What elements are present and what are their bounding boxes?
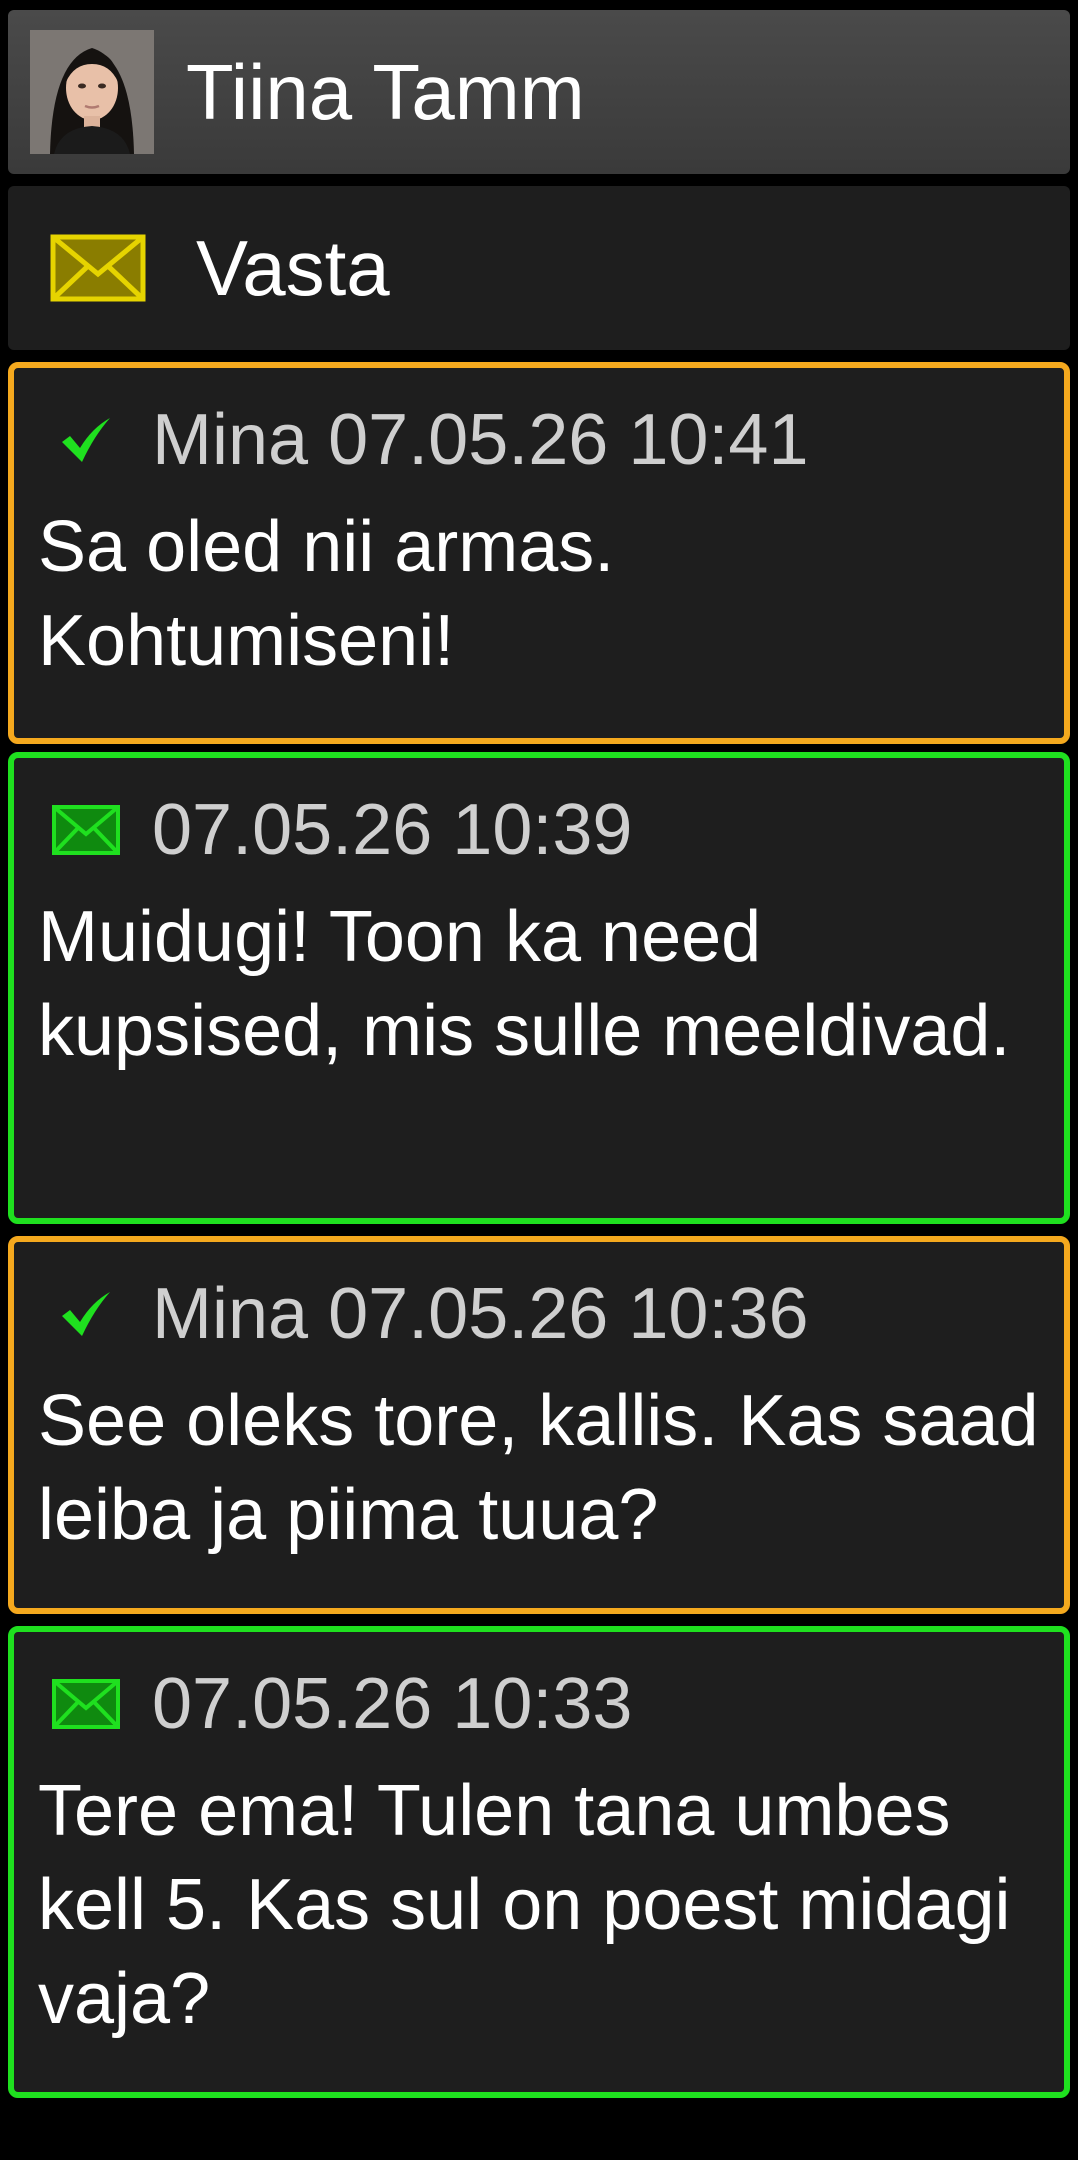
reply-button[interactable]: Vasta: [8, 186, 1070, 350]
checkmark-icon: [50, 1282, 122, 1346]
message-header: 07.05.26 10:39: [14, 790, 632, 870]
message-text: Muidugi! Toon ka need kupsised, mis sull…: [38, 897, 1011, 1071]
reply-label: Vasta: [196, 223, 390, 312]
message-meta: 07.05.26 10:39: [152, 790, 633, 870]
message-meta: Mina 07.05.26 10:36: [152, 1274, 809, 1354]
contact-name: Tiina Tamm: [186, 47, 585, 136]
message-text: Sa oled nii armas. Kohtumiseni!: [38, 507, 615, 681]
message-item[interactable]: Mina 07.05.26 10:36 See oleks tore, kall…: [8, 1236, 1070, 1614]
contact-header[interactable]: Tiina Tamm: [8, 10, 1070, 174]
message-header: 07.05.26 10:33: [14, 1664, 632, 1744]
message-item[interactable]: 07.05.26 10:33 Tere ema! Tulen tana umbe…: [8, 1626, 1070, 2098]
message-header: Mina 07.05.26 10:36: [14, 1274, 809, 1354]
envelope-icon: [50, 798, 122, 862]
message-text: Tere ema! Tulen tana umbes kell 5. Kas s…: [38, 1771, 1011, 2039]
checkmark-icon: [50, 408, 122, 472]
message-text: See oleks tore, kallis. Kas saad leiba j…: [38, 1381, 1039, 1555]
message-item[interactable]: 07.05.26 10:39 Muidugi! Toon ka need kup…: [8, 752, 1070, 1224]
message-header: Mina 07.05.26 10:41: [14, 400, 809, 480]
avatar[interactable]: [30, 30, 154, 154]
message-item[interactable]: Mina 07.05.26 10:41 Sa oled nii armas. K…: [8, 362, 1070, 744]
message-meta: 07.05.26 10:33: [152, 1664, 633, 1744]
envelope-icon: [50, 234, 146, 302]
envelope-icon: [50, 1672, 122, 1736]
message-meta: Mina 07.05.26 10:41: [152, 400, 809, 480]
